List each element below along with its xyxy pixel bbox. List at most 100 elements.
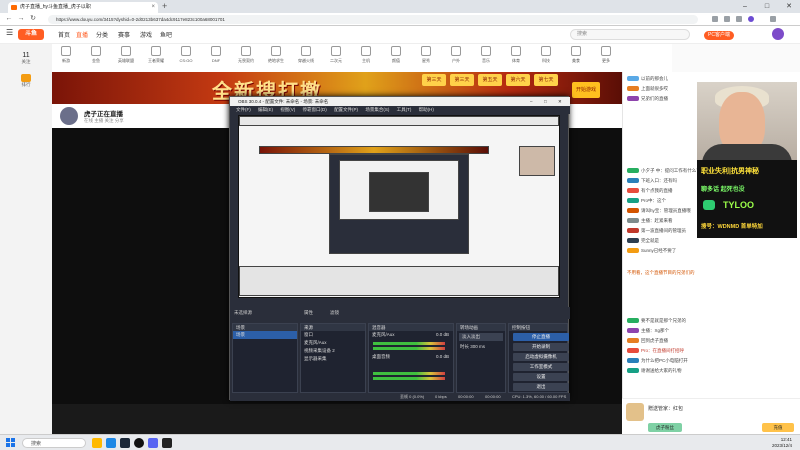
scene-item[interactable]: 场景 — [233, 331, 297, 339]
banner-day-badge: 第七天 — [534, 74, 558, 86]
obs-menu-item[interactable]: 文件(F) — [236, 107, 251, 112]
category-item[interactable]: 绝地求生 — [264, 46, 288, 64]
user-avatar[interactable] — [772, 28, 784, 40]
obs-maximize-icon[interactable]: □ — [544, 97, 547, 106]
settings-button[interactable]: 设置 — [513, 373, 569, 381]
obs-close-icon[interactable]: ✕ — [558, 97, 562, 106]
category-item[interactable]: 二次元 — [324, 46, 348, 64]
url-input[interactable]: https://www.douyu.com/3415?dyshid=0-2d02… — [48, 15, 698, 24]
start-recording-button[interactable]: 开始录制 — [513, 343, 569, 351]
source-item[interactable]: 窗口 — [301, 331, 365, 339]
chat-app-icon[interactable] — [148, 438, 158, 448]
new-tab-button[interactable]: + — [162, 1, 167, 11]
category-item[interactable]: 金鱼 — [84, 46, 108, 64]
category-item[interactable]: 穿越火线 — [294, 46, 318, 64]
transition-duration[interactable]: 时长 300 ms — [457, 343, 505, 351]
source-item[interactable]: 视频采集设备 2 — [301, 347, 365, 355]
mixer-channel-name: 麦克风/Aux 0.0 dB — [372, 332, 449, 337]
profile-avatar-icon[interactable] — [748, 16, 754, 22]
game-app-icon[interactable] — [162, 438, 172, 448]
controls-dock-title: 控制按钮 — [509, 324, 567, 331]
fan-badge-button[interactable]: 虎子粉丝 — [648, 423, 682, 432]
pc-client-button[interactable]: PC客户端 — [704, 31, 734, 40]
obs-menu-item[interactable]: 编辑(E) — [258, 107, 273, 112]
browser-tab[interactable]: 虎子直播_hy斗鱼直播_虎子以职 × — [8, 2, 158, 13]
obs-app-icon[interactable] — [134, 438, 144, 448]
nav-category[interactable]: 分类 — [96, 30, 108, 39]
extension-icon[interactable] — [712, 16, 718, 22]
chat-message: 为什么把PC小电脑打开 — [627, 358, 797, 364]
sidebar-item-follow[interactable]: 11 关注 — [6, 52, 46, 65]
obs-minimize-icon[interactable]: – — [530, 97, 533, 106]
maximize-icon[interactable]: □ — [756, 0, 778, 13]
windows-start-icon[interactable] — [6, 438, 15, 447]
category-item[interactable]: 科技 — [534, 46, 558, 64]
chat-message: Sunny已经不要了 — [627, 248, 797, 254]
chat-message: Pro：在直播间打招呼 — [627, 348, 797, 354]
chat-message: 完全就是 — [627, 238, 797, 244]
recharge-button[interactable]: 充值 — [762, 423, 794, 432]
banner-play-button[interactable]: 开始游戏 — [572, 82, 600, 98]
douyu-logo[interactable]: 斗鱼 — [18, 29, 44, 40]
menu-icon[interactable]: ☰ — [6, 28, 13, 37]
stop-streaming-button[interactable]: 停止直播 — [513, 333, 569, 341]
edge-browser-icon[interactable] — [106, 438, 116, 448]
volume-slider[interactable] — [373, 377, 445, 380]
steam-icon[interactable] — [120, 438, 130, 448]
gift-icon[interactable] — [626, 403, 644, 421]
nav-live[interactable]: 直播 — [76, 30, 88, 39]
category-item[interactable]: 新游 — [54, 46, 78, 64]
back-icon[interactable]: ← — [4, 14, 14, 24]
obs-preview[interactable] — [238, 115, 560, 298]
category-item[interactable]: 无畏契约 — [234, 46, 258, 64]
source-item[interactable]: 显示器采集 — [301, 355, 365, 363]
category-item[interactable]: DNF — [204, 46, 228, 63]
obs-menu-item[interactable]: 配置文件(P) — [334, 107, 358, 112]
transition-select[interactable]: 淡入淡出 — [459, 333, 503, 341]
category-item[interactable]: 音乐 — [474, 46, 498, 64]
virtual-camera-button[interactable]: 启动虚拟摄像机 — [513, 353, 569, 361]
live-time: 00:00:00 — [458, 394, 474, 399]
chat-message: 回到虎子直播 — [627, 338, 797, 344]
nav-home[interactable]: 首页 — [58, 30, 70, 39]
obs-menu-item[interactable]: 停靠窗口(D) — [303, 107, 327, 112]
nav-fishbar[interactable]: 鱼吧 — [160, 30, 172, 39]
favorites-icon[interactable] — [724, 16, 730, 22]
category-item[interactable]: 主机 — [354, 46, 378, 64]
nav-events[interactable]: 赛事 — [118, 30, 130, 39]
category-item[interactable]: 英雄联盟 — [114, 46, 138, 64]
category-item[interactable]: 颜值 — [384, 46, 408, 64]
category-item[interactable]: 更多 — [594, 46, 618, 64]
close-tab-icon[interactable]: × — [151, 2, 155, 13]
category-item[interactable]: 体育 — [504, 46, 528, 64]
system-clock[interactable]: 12:41 2023/12/4 — [772, 437, 792, 449]
category-item[interactable]: 星秀 — [414, 46, 438, 64]
more-menu-icon[interactable] — [770, 16, 776, 22]
exit-button[interactable]: 退出 — [513, 383, 569, 391]
site-search-input[interactable]: 搜索 — [570, 29, 690, 40]
category-item[interactable]: 美食 — [564, 46, 588, 64]
sidebar-item-rank[interactable]: 排行 — [6, 74, 46, 88]
filters-button[interactable]: 滤镜 — [330, 310, 339, 316]
taskbar-search-input[interactable]: 搜索 — [22, 438, 86, 448]
category-item[interactable]: 户外 — [444, 46, 468, 64]
forward-icon[interactable]: → — [16, 14, 26, 24]
obs-menu-item[interactable]: 视图(V) — [280, 107, 295, 112]
source-item[interactable]: 麦克风/Aux — [301, 339, 365, 347]
category-item[interactable]: CS:GO — [174, 46, 198, 63]
obs-menu-item[interactable]: 工具(T) — [397, 107, 412, 112]
collections-icon[interactable] — [736, 16, 742, 22]
streamer-avatar[interactable] — [60, 107, 78, 125]
reload-icon[interactable]: ↻ — [28, 14, 38, 24]
obs-menu-item[interactable]: 场景集合(S) — [365, 107, 389, 112]
close-window-icon[interactable]: ✕ — [778, 0, 800, 13]
minimize-icon[interactable]: – — [734, 0, 756, 13]
nav-games[interactable]: 游戏 — [140, 30, 152, 39]
file-explorer-icon[interactable] — [92, 438, 102, 448]
volume-slider[interactable] — [373, 347, 445, 350]
chat-message: 主播：Xg那个 — [627, 328, 797, 334]
studio-mode-button[interactable]: 工作室模式 — [513, 363, 569, 371]
category-item[interactable]: 王者荣耀 — [144, 46, 168, 64]
properties-button[interactable]: 属性 — [304, 310, 313, 316]
obs-menu-item[interactable]: 帮助(H) — [419, 107, 434, 112]
